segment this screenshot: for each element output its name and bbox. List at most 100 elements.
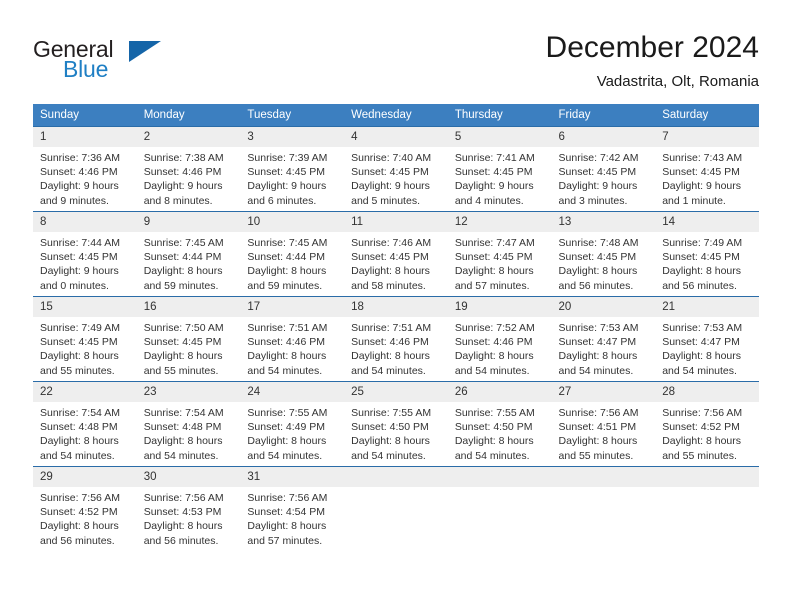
calendar-day-cell[interactable]: 13 Sunrise: 7:48 AM Sunset: 4:45 PM Dayligh… <box>551 211 656 297</box>
day-box: 17 Sunrise: 7:51 AM Sunset: 4:46 PM Dayligh… <box>240 297 345 381</box>
brand-triangle-icon <box>129 41 161 62</box>
day-number: 3 <box>240 127 345 147</box>
calendar-day-cell[interactable]: 29 Sunrise: 7:56 AM Sunset: 4:52 PM Dayligh… <box>33 466 137 551</box>
day-daylight2-text: and 57 minutes. <box>454 279 530 292</box>
day-sunset-text: Sunset: 4:52 PM <box>40 506 118 519</box>
day-sun-info: Sunrise: 7:38 AM Sunset: 4:46 PM Daylight:… <box>137 147 241 208</box>
calendar-day-cell[interactable]: 7 Sunrise: 7:43 AM Sunset: 4:45 PM Daylight… <box>655 126 759 212</box>
calendar-day-cell[interactable]: 14 Sunrise: 7:49 AM Sunset: 4:45 PM Dayligh… <box>655 211 759 297</box>
day-number <box>344 467 448 487</box>
calendar-body: 1 Sunrise: 7:36 AM Sunset: 4:46 PM Daylight… <box>33 126 759 551</box>
day-box: 18 Sunrise: 7:51 AM Sunset: 4:46 PM Dayligh… <box>344 297 448 381</box>
day-daylight2-text: and 9 minutes. <box>40 194 109 207</box>
day-sunset-text: Sunset: 4:45 PM <box>40 251 118 264</box>
calendar-day-cell[interactable]: 24 Sunrise: 7:55 AM Sunset: 4:49 PM Dayligh… <box>240 381 345 467</box>
day-daylight2-text: and 54 minutes. <box>454 364 530 377</box>
day-daylight1-text: Daylight: 8 hours <box>454 265 534 278</box>
day-sunrise-text: Sunrise: 7:52 AM <box>454 322 535 334</box>
day-daylight1-text: Daylight: 8 hours <box>558 265 638 278</box>
day-sun-info: Sunrise: 7:56 AM Sunset: 4:52 PM Daylight:… <box>655 402 759 463</box>
day-sunrise-text: Sunrise: 7:44 AM <box>40 237 120 249</box>
day-daylight2-text: and 54 minutes. <box>247 449 323 462</box>
day-sunset-text: Sunset: 4:49 PM <box>247 421 326 434</box>
day-daylight2-text: and 54 minutes. <box>351 449 426 462</box>
calendar-day-cell[interactable]: 28 Sunrise: 7:56 AM Sunset: 4:52 PM Dayligh… <box>655 381 759 467</box>
day-sun-info: Sunrise: 7:49 AM Sunset: 4:45 PM Daylight:… <box>655 232 759 293</box>
day-daylight1-text: Daylight: 8 hours <box>247 435 327 448</box>
calendar-day-cell[interactable]: 12 Sunrise: 7:47 AM Sunset: 4:45 PM Dayligh… <box>447 211 552 297</box>
day-box: 27 Sunrise: 7:56 AM Sunset: 4:51 PM Dayligh… <box>551 382 656 466</box>
calendar-day-cell[interactable]: 4 Sunrise: 7:40 AM Sunset: 4:45 PM Daylight… <box>344 126 448 212</box>
calendar-day-cell[interactable]: 6 Sunrise: 7:42 AM Sunset: 4:45 PM Daylight… <box>551 126 656 212</box>
day-daylight1-text: Daylight: 8 hours <box>247 265 327 278</box>
day-sunset-text: Sunset: 4:50 PM <box>454 421 533 434</box>
day-sunrise-text: Sunrise: 7:54 AM <box>40 407 120 419</box>
day-sun-info: Sunrise: 7:53 AM Sunset: 4:47 PM Daylight:… <box>655 317 759 378</box>
day-number: 21 <box>655 297 759 317</box>
calendar-day-cell[interactable]: 8 Sunrise: 7:44 AM Sunset: 4:45 PM Daylight… <box>33 211 137 297</box>
day-daylight1-text: Daylight: 8 hours <box>351 265 430 278</box>
day-box: 3 Sunrise: 7:39 AM Sunset: 4:45 PM Daylight… <box>240 127 345 211</box>
day-sunrise-text: Sunrise: 7:49 AM <box>40 322 120 334</box>
calendar-day-cell[interactable]: 2 Sunrise: 7:38 AM Sunset: 4:46 PM Daylight… <box>136 126 241 212</box>
calendar-day-cell[interactable]: 23 Sunrise: 7:54 AM Sunset: 4:48 PM Dayligh… <box>136 381 241 467</box>
day-number: 4 <box>344 127 448 147</box>
calendar-day-cell[interactable]: 31 Sunrise: 7:56 AM Sunset: 4:54 PM Dayligh… <box>240 466 345 551</box>
day-number: 2 <box>136 127 241 147</box>
day-box: 6 Sunrise: 7:42 AM Sunset: 4:45 PM Daylight… <box>551 127 656 211</box>
day-number: 28 <box>655 382 759 402</box>
day-number: 27 <box>551 382 656 402</box>
day-daylight2-text: and 56 minutes. <box>40 534 115 547</box>
calendar-day-cell[interactable]: 17 Sunrise: 7:51 AM Sunset: 4:46 PM Dayligh… <box>240 296 345 382</box>
day-box: 8 Sunrise: 7:44 AM Sunset: 4:45 PM Daylight… <box>33 212 137 296</box>
day-sunrise-text: Sunrise: 7:56 AM <box>558 407 639 419</box>
day-sun-info: Sunrise: 7:44 AM Sunset: 4:45 PM Daylight:… <box>33 232 137 293</box>
calendar-day-cell[interactable]: 5 Sunrise: 7:41 AM Sunset: 4:45 PM Daylight… <box>447 126 552 212</box>
day-sunset-text: Sunset: 4:48 PM <box>40 421 118 434</box>
day-sun-info: Sunrise: 7:42 AM Sunset: 4:45 PM Daylight:… <box>552 147 656 208</box>
calendar-header-row: Sunday Monday Tuesday Wednesday Thursday Frid… <box>33 104 759 127</box>
calendar-day-cell[interactable]: 18 Sunrise: 7:51 AM Sunset: 4:46 PM Dayligh… <box>344 296 448 382</box>
day-sun-info: Sunrise: 7:56 AM Sunset: 4:53 PM Daylight:… <box>137 487 241 548</box>
calendar-day-cell[interactable]: 30 Sunrise: 7:56 AM Sunset: 4:53 PM Dayligh… <box>136 466 241 551</box>
day-sunrise-text: Sunrise: 7:51 AM <box>351 322 432 334</box>
calendar-day-cell[interactable]: 10 Sunrise: 7:45 AM Sunset: 4:44 PM Dayligh… <box>240 211 345 297</box>
day-sun-info: Sunrise: 7:48 AM Sunset: 4:45 PM Daylight:… <box>552 232 656 293</box>
calendar-day-cell[interactable]: 20 Sunrise: 7:53 AM Sunset: 4:47 PM Dayligh… <box>551 296 656 382</box>
day-sunset-text: Sunset: 4:51 PM <box>558 421 637 434</box>
calendar-day-cell[interactable]: 9 Sunrise: 7:45 AM Sunset: 4:44 PM Daylight… <box>136 211 241 297</box>
calendar-day-cell[interactable]: 15 Sunrise: 7:49 AM Sunset: 4:45 PM Dayligh… <box>33 296 137 382</box>
weekday-header-saturday: Saturday <box>655 104 759 127</box>
day-sunrise-text: Sunrise: 7:38 AM <box>143 152 224 164</box>
day-sunset-text: Sunset: 4:46 PM <box>351 336 429 349</box>
calendar-day-cell[interactable]: 26 Sunrise: 7:55 AM Sunset: 4:50 PM Dayligh… <box>447 381 552 467</box>
day-daylight1-text: Daylight: 9 hours <box>558 180 638 193</box>
day-sunrise-text: Sunrise: 7:47 AM <box>454 237 535 249</box>
day-sun-info: Sunrise: 7:40 AM Sunset: 4:45 PM Daylight:… <box>344 147 448 208</box>
calendar-day-cell[interactable]: 1 Sunrise: 7:36 AM Sunset: 4:46 PM Daylight… <box>33 126 137 212</box>
day-daylight1-text: Daylight: 8 hours <box>247 520 327 533</box>
day-box: 28 Sunrise: 7:56 AM Sunset: 4:52 PM Dayligh… <box>655 382 759 466</box>
general-blue-logo[interactable]: General Blue <box>33 36 233 90</box>
calendar-day-cell[interactable]: 19 Sunrise: 7:52 AM Sunset: 4:46 PM Dayligh… <box>447 296 552 382</box>
calendar-day-cell[interactable]: 22 Sunrise: 7:54 AM Sunset: 4:48 PM Dayligh… <box>33 381 137 467</box>
day-daylight1-text: Daylight: 8 hours <box>662 435 742 448</box>
day-number: 19 <box>447 297 552 317</box>
day-daylight1-text: Daylight: 9 hours <box>247 180 327 193</box>
day-daylight1-text: Daylight: 8 hours <box>143 520 223 533</box>
day-number: 17 <box>240 297 345 317</box>
day-sun-info: Sunrise: 7:45 AM Sunset: 4:44 PM Daylight:… <box>240 232 344 293</box>
day-daylight1-text: Daylight: 9 hours <box>40 180 119 193</box>
day-box <box>655 467 759 551</box>
calendar-day-cell[interactable]: 3 Sunrise: 7:39 AM Sunset: 4:45 PM Daylight… <box>240 126 345 212</box>
calendar-day-cell[interactable]: 11 Sunrise: 7:46 AM Sunset: 4:45 PM Dayligh… <box>344 211 448 297</box>
day-box: 22 Sunrise: 7:54 AM Sunset: 4:48 PM Dayligh… <box>33 382 137 466</box>
calendar-day-cell[interactable]: 27 Sunrise: 7:56 AM Sunset: 4:51 PM Dayligh… <box>551 381 656 467</box>
day-number: 14 <box>655 212 759 232</box>
calendar-day-cell[interactable]: 16 Sunrise: 7:50 AM Sunset: 4:45 PM Dayligh… <box>136 296 241 382</box>
day-sunset-text: Sunset: 4:53 PM <box>143 506 222 519</box>
calendar-day-cell[interactable]: 21 Sunrise: 7:53 AM Sunset: 4:47 PM Dayligh… <box>655 296 759 382</box>
calendar-day-cell[interactable]: 25 Sunrise: 7:55 AM Sunset: 4:50 PM Dayligh… <box>344 381 448 467</box>
day-daylight1-text: Daylight: 8 hours <box>247 350 327 363</box>
day-number: 31 <box>240 467 345 487</box>
